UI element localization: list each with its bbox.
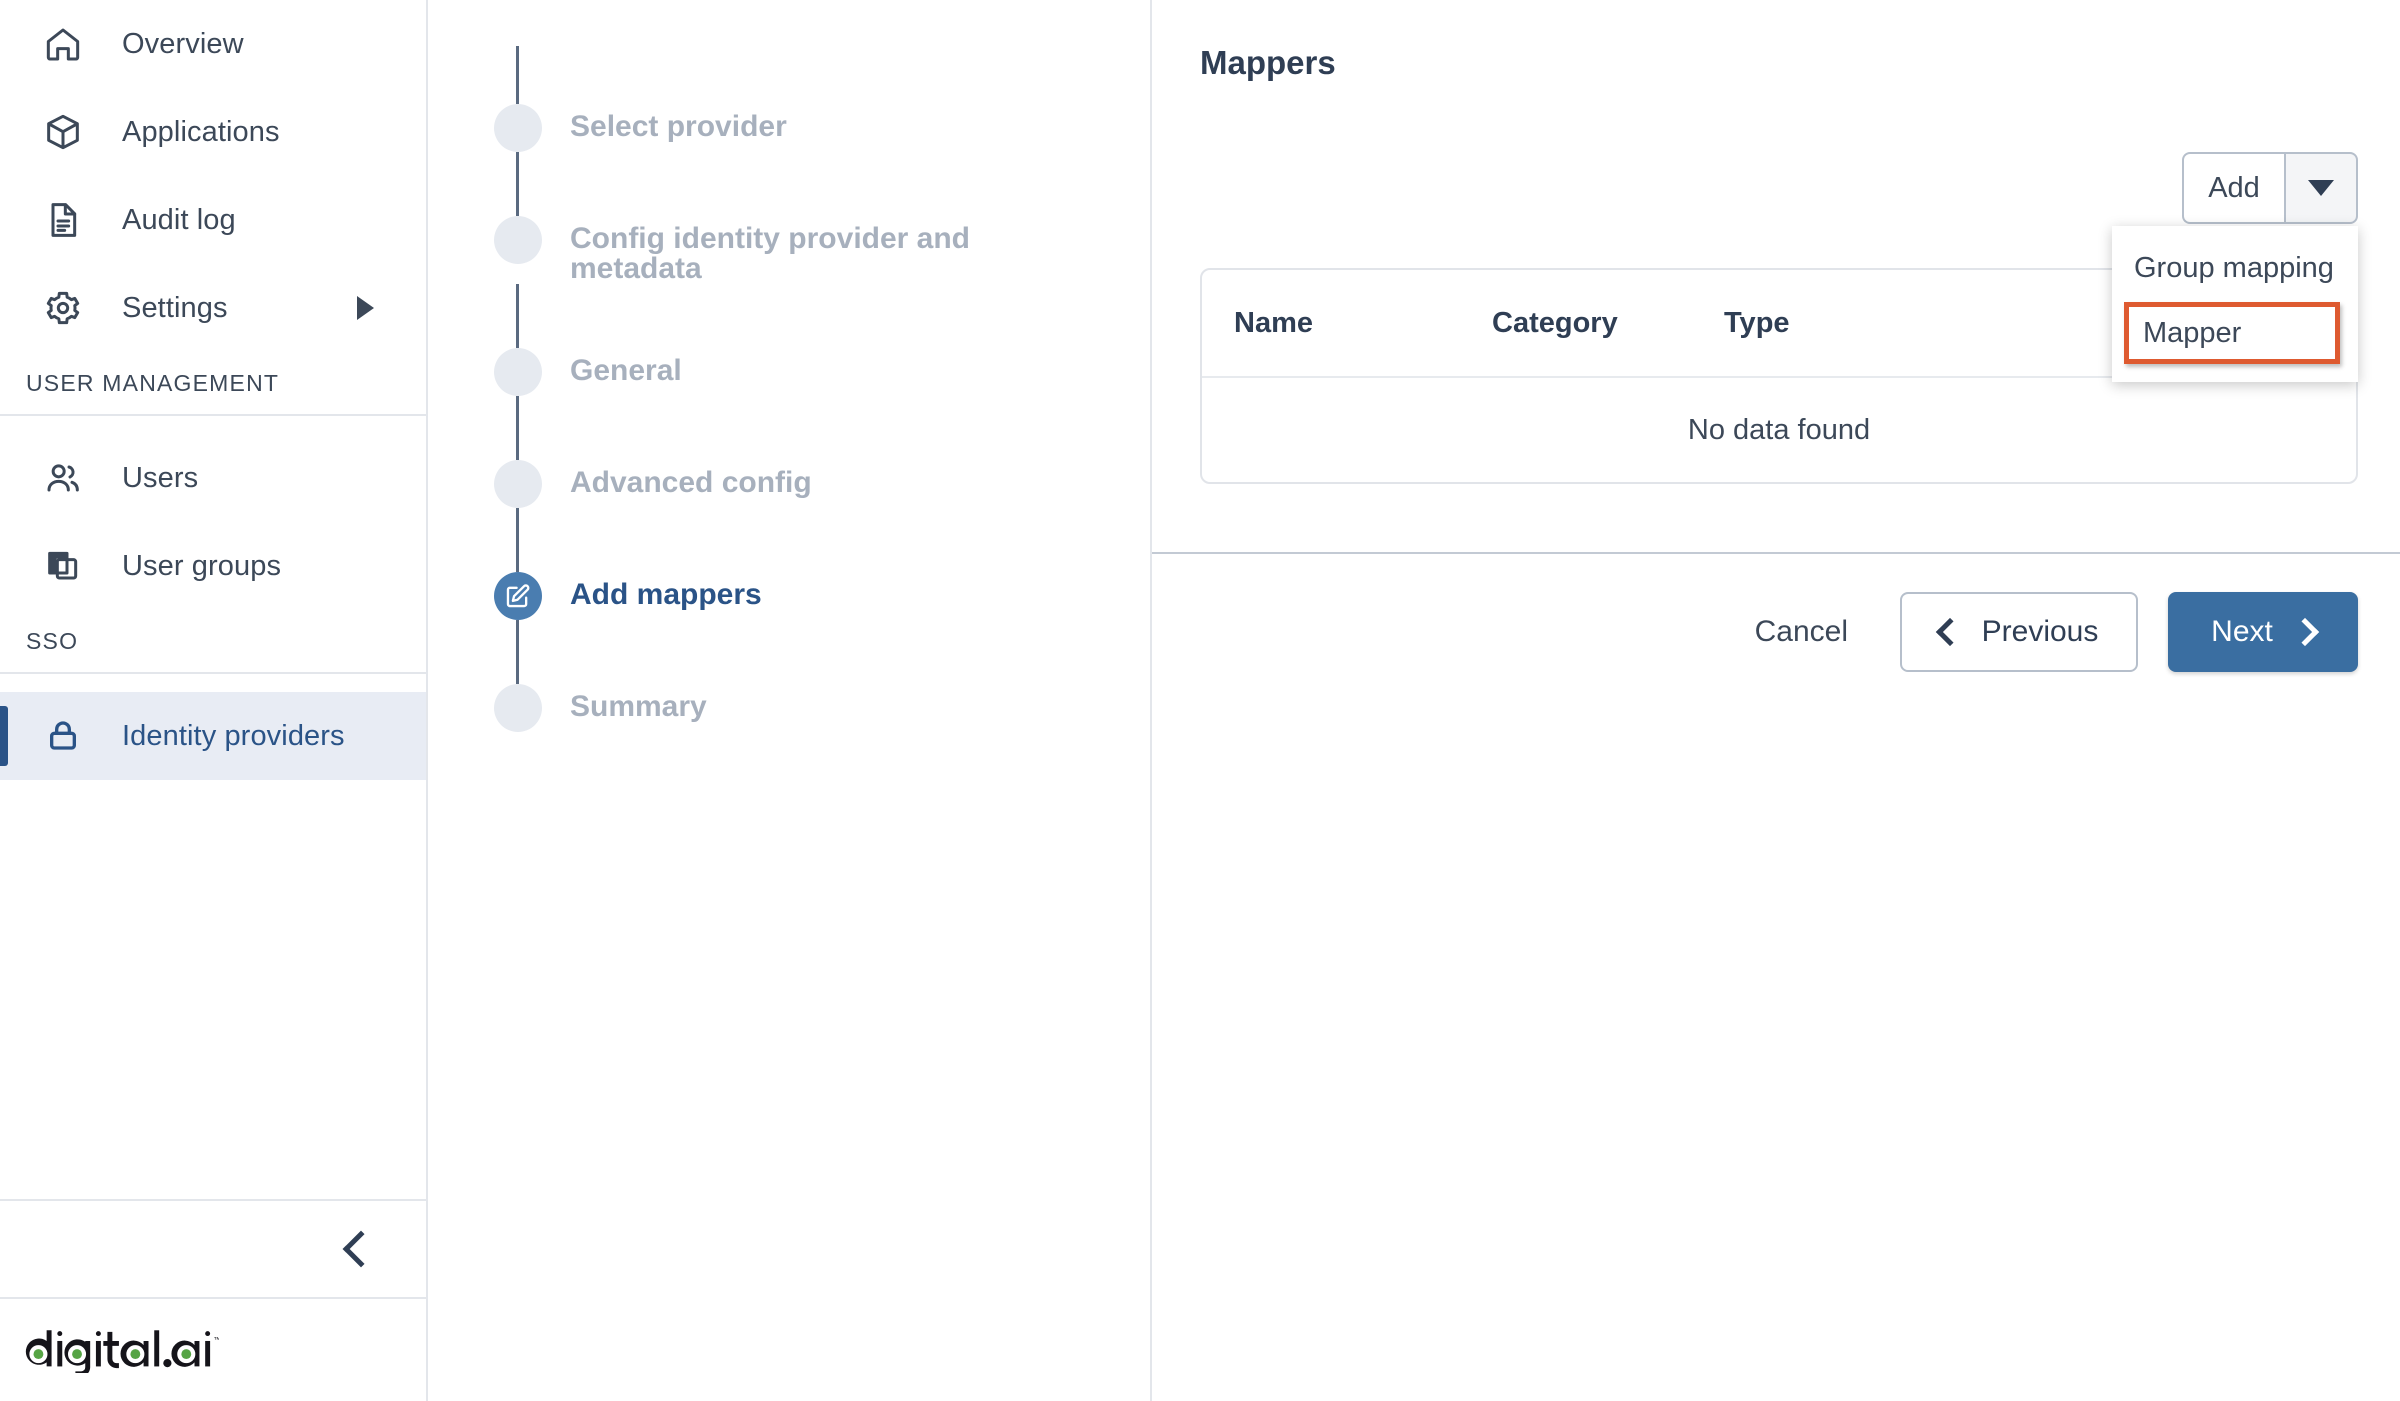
step-bullet-icon <box>494 348 542 396</box>
svg-text:™: ™ <box>213 1335 219 1344</box>
stepper-step-select-provider[interactable]: Select provider <box>428 104 1150 152</box>
table-column-header-type: Type <box>1724 306 1790 339</box>
chevron-right-icon <box>2290 617 2319 647</box>
stepper-connector <box>516 396 519 460</box>
sidebar-item-label: Settings <box>122 291 228 324</box>
add-button[interactable]: Add <box>2182 152 2284 224</box>
table-empty-message: No data found <box>1687 413 1871 446</box>
step-label: Add mappers <box>570 578 762 611</box>
table-column-header-name: Name <box>1234 306 1313 339</box>
sidebar-item-identity-providers[interactable]: Identity providers <box>0 692 426 780</box>
digital-ai-logo-icon: ™ <box>25 1330 219 1373</box>
next-button-label: Next <box>2211 615 2273 648</box>
step-label: Summary <box>570 690 707 723</box>
caret-down-icon <box>2308 180 2334 196</box>
step-bullet-icon <box>494 216 542 264</box>
content-divider <box>1152 552 2400 554</box>
sidebar-item-audit-log[interactable]: Audit log <box>0 176 426 264</box>
previous-button-label: Previous <box>1981 615 2099 648</box>
stepper-connector <box>516 508 519 572</box>
document-icon <box>42 199 84 241</box>
wizard-stepper: Select provider Config identity provider… <box>428 0 1152 1401</box>
dropdown-item-mapper[interactable]: Mapper <box>2124 302 2340 364</box>
next-button[interactable]: Next <box>2168 592 2358 672</box>
stepper-connector <box>516 46 519 104</box>
stepper-step-general[interactable]: General <box>428 348 1150 396</box>
sidebar-user-management-group: Users User groups <box>0 434 426 610</box>
step-label: Config identity provider and metadata <box>570 222 971 285</box>
sidebar-collapse-button[interactable] <box>0 1199 426 1299</box>
brand-logo: ™ <box>0 1299 426 1401</box>
sidebar-item-overview[interactable]: Overview <box>0 0 426 88</box>
stepper-step-summary[interactable]: Summary <box>428 684 1150 732</box>
previous-button[interactable]: Previous <box>1900 592 2138 672</box>
stepper-connector <box>516 620 519 684</box>
stepper-step-advanced-config[interactable]: Advanced config <box>428 460 1150 508</box>
add-dropdown-toggle[interactable] <box>2284 152 2358 224</box>
sidebar-filler <box>0 780 426 1199</box>
table-column-header-category: Category <box>1492 306 1618 339</box>
step-bullet-icon <box>494 460 542 508</box>
dropdown-item-group-mapping[interactable]: Group mapping <box>2112 240 2358 296</box>
sidebar-primary-group: Overview Applications Audit log Settings <box>0 0 426 352</box>
wizard-footer-actions: Cancel Previous Next <box>1733 592 2358 672</box>
cancel-button[interactable]: Cancel <box>1733 615 1870 649</box>
sidebar-item-label: Users <box>122 461 199 494</box>
users-icon <box>42 457 84 499</box>
sidebar-item-settings[interactable]: Settings <box>0 264 426 352</box>
page-title: Mappers <box>1200 44 1336 81</box>
sidebar-section-sso: SSO <box>26 627 79 654</box>
main-content: Mappers Add Group mapping Mapper Name Ca… <box>1152 0 2400 1401</box>
stepper-step-add-mappers[interactable]: Add mappers <box>428 572 1150 620</box>
layers-icon <box>42 545 84 587</box>
sidebar-item-label: Overview <box>122 27 244 60</box>
chevron-left-icon <box>342 1230 380 1268</box>
edit-square-icon <box>494 572 542 620</box>
step-label: Select provider <box>570 110 787 143</box>
step-bullet-icon <box>494 684 542 732</box>
sidebar-item-label: Identity providers <box>122 719 345 752</box>
add-dropdown-menu: Group mapping Mapper <box>2112 226 2358 382</box>
lock-icon <box>42 715 84 757</box>
stepper-connector <box>516 284 519 348</box>
package-icon <box>42 111 84 153</box>
add-split-button: Add <box>2182 152 2358 224</box>
home-icon <box>42 23 84 65</box>
gear-icon <box>42 287 84 329</box>
sidebar-item-user-groups[interactable]: User groups <box>0 522 426 610</box>
sidebar-sso-group: Identity providers <box>0 692 426 780</box>
app-root: Overview Applications Audit log Settings… <box>0 0 2400 1401</box>
chevron-left-icon <box>1935 617 1964 647</box>
chevron-right-icon <box>357 296 374 320</box>
step-label: Advanced config <box>570 466 812 499</box>
sidebar-item-label: Audit log <box>122 203 236 236</box>
sidebar-item-users[interactable]: Users <box>0 434 426 522</box>
sidebar-item-label: User groups <box>122 549 282 582</box>
sidebar-item-applications[interactable]: Applications <box>0 88 426 176</box>
step-label: General <box>570 354 682 387</box>
stepper-step-config-identity-provider[interactable]: Config identity provider and metadata <box>428 216 1150 284</box>
sidebar-item-label: Applications <box>122 115 280 148</box>
sidebar-section-user-management: USER MANAGEMENT <box>26 369 280 396</box>
stepper-connector <box>516 152 519 216</box>
step-bullet-icon <box>494 104 542 152</box>
sidebar: Overview Applications Audit log Settings… <box>0 0 428 1401</box>
